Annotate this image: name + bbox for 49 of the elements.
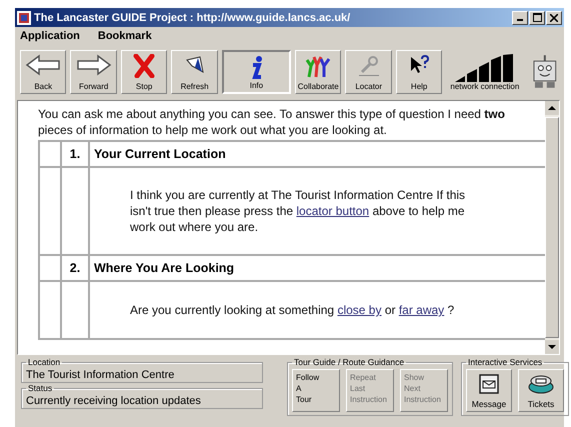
message-icon [478, 373, 500, 395]
menu-item[interactable]: Application [20, 30, 80, 43]
tour-button[interactable]: Follow A Tour [292, 369, 340, 412]
tour-legend: Tour Guide / Route Guidance [292, 357, 406, 367]
toolbar-button[interactable]: Info [222, 50, 292, 94]
stop-icon [133, 54, 156, 78]
service-button[interactable]: Message [466, 369, 512, 412]
toolbar-button[interactable]: Help [396, 50, 442, 94]
people-icon [304, 54, 332, 78]
link[interactable]: close by [337, 303, 382, 317]
help-icon [408, 54, 430, 76]
maximize-button[interactable] [529, 10, 545, 24]
service-button[interactable]: Tickets [518, 369, 564, 412]
app-icon [17, 10, 31, 24]
toolbar-button[interactable]: Back [20, 50, 66, 94]
close-icon [550, 14, 558, 22]
scroll-down-icon [545, 340, 559, 354]
close-button[interactable] [546, 10, 562, 24]
forward-arrow-icon [76, 54, 112, 76]
menu-item[interactable]: Bookmark [98, 30, 152, 43]
step-text: Are you currently looking at something close by or far away ? [130, 302, 456, 318]
minimize-icon [517, 19, 523, 21]
step-heading: Where You Are Looking [93, 261, 234, 275]
location-legend: Location [26, 357, 62, 367]
status-legend: Status [26, 383, 54, 393]
step-number: 1. [70, 147, 80, 161]
location-value: The Tourist Information Centre [26, 368, 176, 381]
back-arrow-icon [25, 54, 62, 76]
window-title: The Lancaster GUIDE Project : http://www.guide.lancs.ac.uk/ [34, 12, 352, 24]
tickets-icon [527, 373, 555, 395]
services-legend: Interactive Services [466, 357, 544, 367]
status-value: Currently receiving location updates [26, 394, 202, 407]
robot-icon [531, 55, 559, 89]
toolbar-button[interactable]: Forward [70, 50, 117, 94]
maximize-icon [532, 13, 542, 22]
link[interactable]: locator button [296, 204, 370, 218]
toolbar-button[interactable]: Collaborate [295, 50, 342, 94]
step-text: I think you are currently at The Tourist Information Centre If this isn't true then please press the locator button above to help me work out where you are. [130, 187, 466, 235]
minimize-button[interactable] [512, 10, 528, 24]
step-number: 2. [70, 261, 80, 275]
toolbar-button[interactable]: Stop [120, 50, 168, 94]
toolbar-button[interactable]: Refresh [171, 50, 218, 94]
link[interactable]: far away [398, 303, 444, 317]
toolbar-button[interactable]: Locator [345, 50, 392, 94]
intro-text: You can ask me about anything you can see. To answer this type of question I need two pieces of information to help me work out what you are looking at. [38, 106, 506, 138]
scrollbar[interactable] [545, 101, 559, 354]
scroll-up-icon [545, 101, 559, 115]
network-label: network connection [450, 82, 520, 90]
step-heading: Your Current Location [93, 147, 226, 161]
